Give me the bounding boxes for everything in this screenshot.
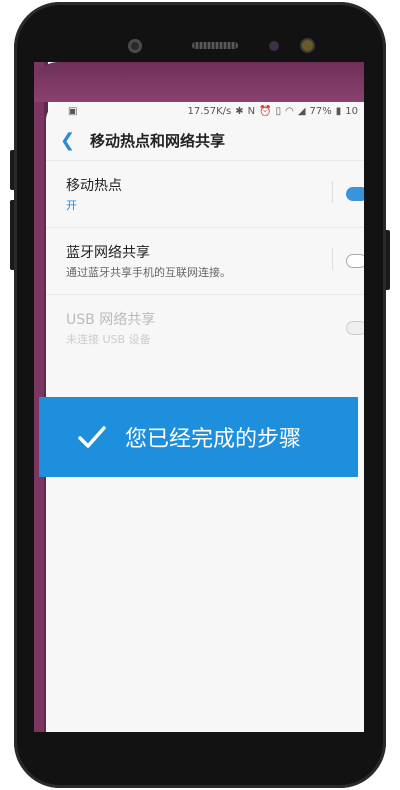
alarm-icon: ⏰ [259,105,272,117]
checkmark-icon [78,426,106,448]
wifi-icon: ◠ [285,105,294,117]
earpiece-speaker [192,42,238,49]
signal-icon: ◢ [297,105,306,117]
status-bar: ▣ 17.57K/s ✱ N ⏰ ▯ ◠ ◢ 77% ▮ 10 [46,102,364,120]
bottom-bezel [34,732,364,762]
usb-tethering-label: USB 网络共享 [66,312,156,328]
notification-icon: ▣ [68,106,78,117]
page-header: ❮ 移动热点和网络共享 [46,120,364,160]
vibrate-icon: ▯ [275,105,282,117]
flash-icon [302,40,313,51]
banner-text: 您已经完成的步骤 [125,427,302,452]
bluetooth-tethering-label: 蓝牙网络共享 [66,245,150,261]
back-arrow-icon[interactable]: ❮ [60,130,84,151]
hotspot-row[interactable]: 移动热点 开 [46,160,364,227]
hotspot-status: 开 [66,199,77,212]
hotspot-toggle[interactable] [346,187,364,201]
bluetooth-tethering-toggle[interactable] [346,254,364,268]
battery-percent: 77% [309,105,332,117]
bluetooth-tethering-row[interactable]: 蓝牙网络共享 通过蓝牙共享手机的互联网连接。 [46,227,364,294]
battery-icon: ▮ [335,105,342,117]
usb-tethering-row: USB 网络共享 未连接 USB 设备 [46,294,364,361]
hotspot-label: 移动热点 [66,178,122,194]
front-camera-icon [128,39,142,53]
wallpaper-top [34,62,364,102]
divider [332,248,333,270]
completed-steps-banner: 您已经完成的步骤 [39,397,358,477]
proximity-sensor [269,41,279,51]
network-speed: 17.57K/s [187,105,232,117]
bluetooth-icon: ✱ [235,105,244,117]
nfc-icon: N [247,105,256,117]
clock: 10 [345,105,358,117]
usb-tethering-desc: 未连接 USB 设备 [66,333,151,346]
bluetooth-tethering-desc: 通过蓝牙共享手机的互联网连接。 [66,266,231,279]
usb-tethering-toggle [346,321,364,335]
divider [332,181,333,203]
page-title: 移动热点和网络共享 [90,131,226,150]
